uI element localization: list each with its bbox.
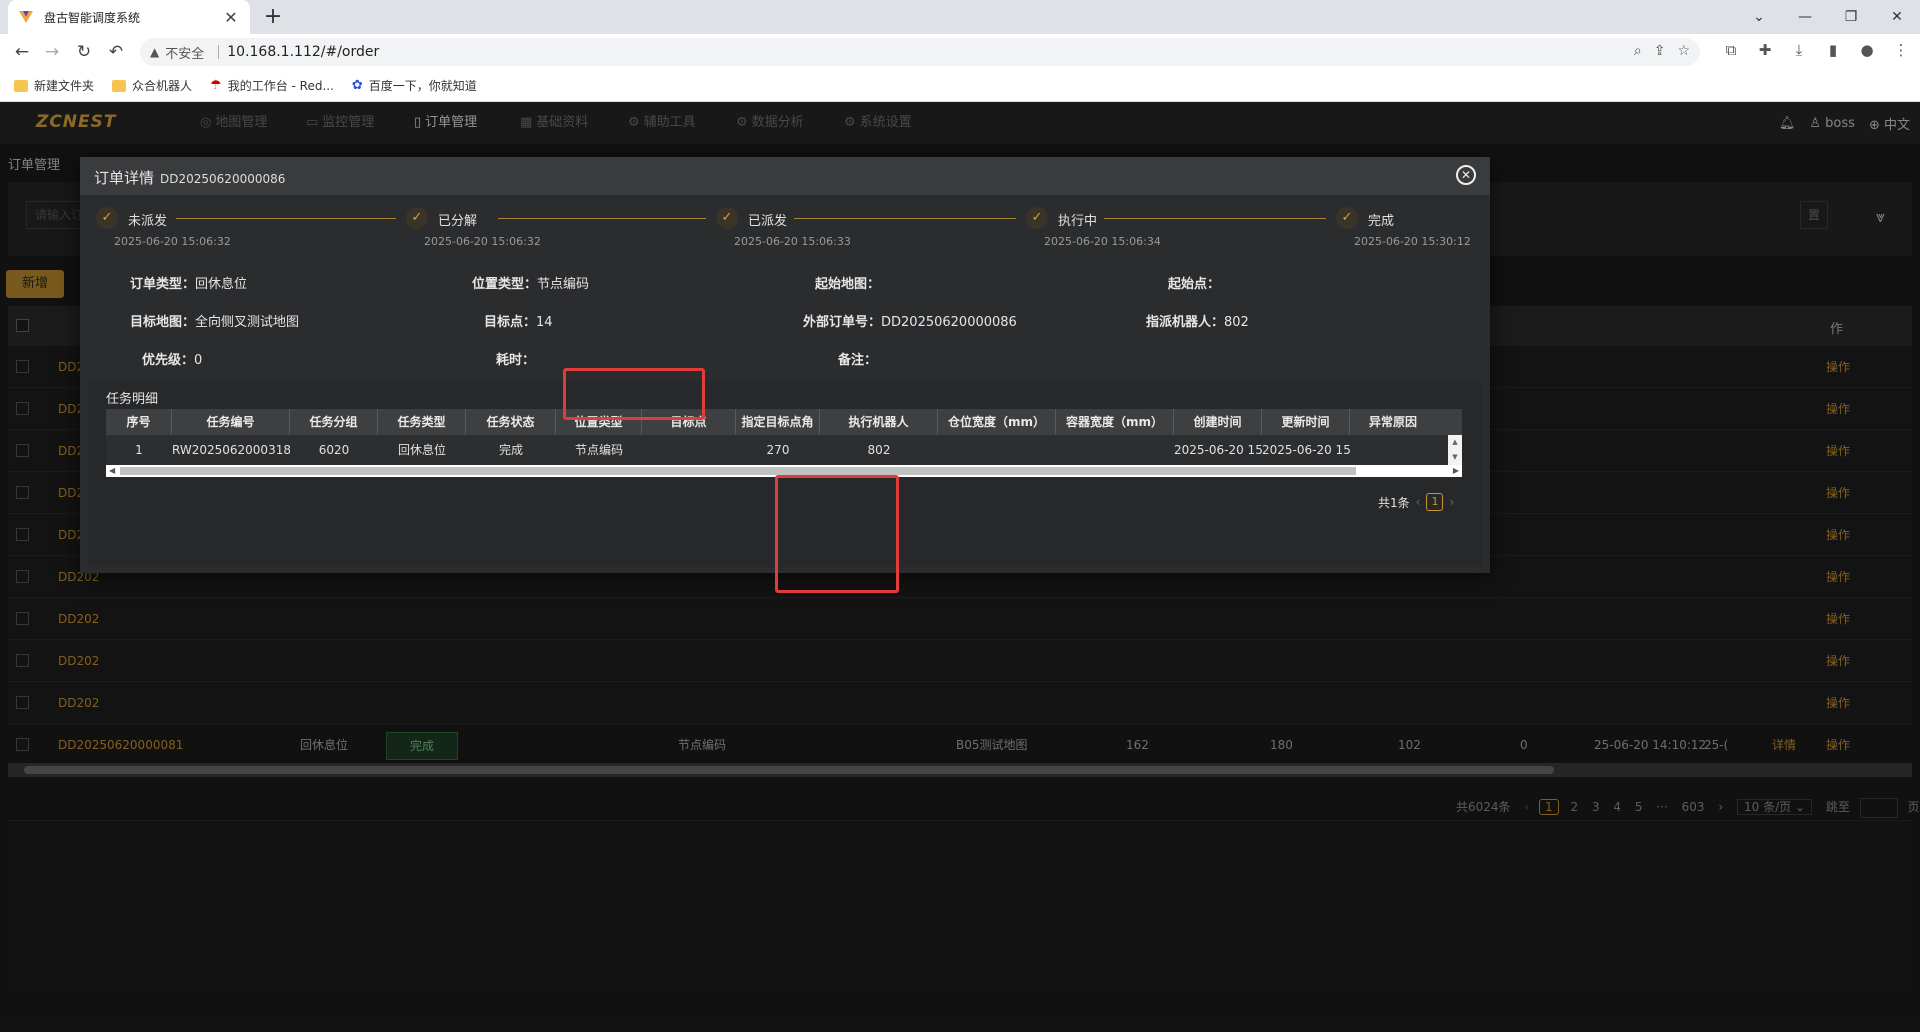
browser-tab[interactable]: 盘古智能调度系统 ✕ [8,0,250,34]
check-icon: ✓ [96,207,118,229]
baidu-icon: ✿ [351,78,363,93]
bookmark-item[interactable]: ☂ 我的工作台 - Red... [210,77,334,94]
target-column-highlight [775,475,899,593]
task-table: 序号 任务编号 任务分组 任务类型 任务状态 位置类型 目标点 指定目标点角度 … [106,409,1462,477]
reload-icon[interactable]: ↻ [72,41,96,63]
column-header[interactable]: 任务分组 [290,409,378,435]
check-icon: ✓ [1026,207,1048,229]
close-tab-icon[interactable]: ✕ [222,8,240,27]
step-connector [176,218,396,219]
task-pager-total: 共1条 [1378,495,1410,510]
order-type-field: 订单类型：回休息位 [130,277,248,292]
step-connector [498,218,706,219]
browser-tab-title: 盘古智能调度系统 [44,10,141,25]
browser-tab-bar: 盘古智能调度系统 ✕ + ⌄ — ❐ ✕ [0,0,1920,34]
target-point-highlight [563,368,705,420]
order-progress-steps: ✓ 未派发 2025-06-20 15:06:32 ✓ 已分解 2025-06-20 1… [88,205,1482,253]
target-map-field: 目标地图：全向侧叉测试地图 [130,315,300,330]
position-type-field: 位置类型：节点编码 [472,277,590,292]
insecure-label: 不安全 [165,46,205,62]
bookmarks-bar: 新建文件夹 众合机器人 ☂ 我的工作台 - Red... ✿ 百度一下，你就知道 [0,70,1920,102]
column-header[interactable]: 容器宽度（mm） [1056,409,1174,435]
bookmark-item[interactable]: ✿ 百度一下，你就知道 [352,77,477,94]
column-header[interactable]: 创建时间 [1174,409,1262,435]
check-icon: ✓ [716,207,738,229]
extensions-icon[interactable]: ✚ [1754,41,1776,59]
close-icon[interactable]: ✕ [1456,165,1476,185]
bookmark-item[interactable]: 新建文件夹 [14,77,94,94]
browser-toolbar: ← → ↻ ↶ ▲ 不安全 10.168.1.112/#/order ⌕ ⇪ ☆… [0,34,1920,70]
column-header[interactable]: 任务编号 [172,409,290,435]
crop-icon[interactable]: ⧉ [1720,41,1742,59]
back-icon[interactable]: ← [10,41,34,63]
menu-icon[interactable]: ⋮ [1890,41,1912,59]
window-close-icon[interactable]: ✕ [1874,0,1920,34]
step-connector [794,218,1016,219]
target-point-field: 目标点：14 [484,315,553,330]
restore-icon[interactable]: ❐ [1828,0,1874,34]
forward-icon[interactable]: → [40,41,64,63]
pager-page[interactable]: 1 [1426,493,1444,511]
sidebar-icon[interactable]: ▮ [1822,41,1844,59]
url-text[interactable]: 10.168.1.112/#/order [227,44,379,60]
share-icon[interactable]: ⇪ [1654,43,1666,59]
priority-field: 优先级：0 [142,353,203,368]
check-icon: ✓ [1336,207,1358,229]
check-icon: ✓ [406,207,428,229]
duration-field: 耗时： [496,353,536,368]
bookmark-item[interactable]: 众合机器人 [112,77,192,94]
profile-avatar-icon[interactable]: ● [1856,41,1878,59]
start-point-field: 起始点： [1168,277,1221,292]
column-header[interactable]: 仓位宽度（mm） [938,409,1056,435]
scroll-left-icon[interactable]: ◀ [109,465,115,477]
undo-icon[interactable]: ↶ [104,41,128,63]
column-header[interactable]: 执行机器人 [820,409,938,435]
folder-icon [14,79,28,92]
column-header[interactable]: 异常原因 [1350,409,1436,435]
column-header[interactable]: 指定目标点角度 [736,409,820,455]
start-map-field: 起始地图： [815,277,881,292]
assigned-robot-field: 指派机器人：802 [1146,315,1249,330]
column-header[interactable]: 序号 [106,409,172,435]
warning-icon: ▲ [150,45,160,59]
column-header[interactable]: 任务类型 [378,409,466,435]
scrollbar-thumb[interactable] [120,467,1356,475]
order-info: 订单类型：回休息位 位置类型：节点编码 起始地图： 起始点： 目标地图：全向侧叉… [80,261,1490,369]
address-separator [218,45,220,59]
step-connector [1104,218,1326,219]
app-favicon-icon [19,11,33,23]
task-table-header: 序号 任务编号 任务分组 任务类型 任务状态 位置类型 目标点 指定目标点角度 … [106,409,1462,455]
modal-title: 订单详情 DD20250620000086 [94,169,286,187]
remark-field: 备注： [838,353,878,368]
column-header[interactable]: 任务状态 [466,409,556,435]
modal-header: 订单详情 DD20250620000086 ✕ [80,157,1490,195]
task-detail-title: 任务明细 [106,392,159,407]
modal-order-id: DD20250620000086 [160,172,286,186]
task-pagination: 共1条 ‹ 1 › [1378,493,1454,511]
external-order-field: 外部订单号：DD20250620000086 [803,315,1017,330]
scroll-right-icon[interactable]: ▶ [1453,465,1459,477]
minimize-icon[interactable]: — [1782,0,1828,34]
redhat-icon: ☂ [210,78,222,93]
table-row[interactable]: 1 RW20250620003182 6020 回休息位 完成 节点编码 270… [106,435,1462,465]
task-table-vertical-scrollbar[interactable]: ▲ ▼ [1448,435,1462,465]
zoom-icon[interactable]: ⌕ [1634,43,1642,59]
download-icon[interactable]: ⤓ [1788,41,1810,59]
pager-prev-icon[interactable]: ‹ [1416,495,1421,509]
folder-icon [112,79,127,92]
column-header[interactable]: 更新时间 [1262,409,1350,435]
pager-next-icon[interactable]: › [1449,495,1454,509]
bookmark-star-icon[interactable]: ☆ [1677,43,1690,59]
tab-search-chevron-icon[interactable]: ⌄ [1736,0,1782,34]
address-bar[interactable]: ▲ 不安全 10.168.1.112/#/order ⌕ ⇪ ☆ [140,38,1700,66]
new-tab-icon[interactable]: + [260,4,286,29]
